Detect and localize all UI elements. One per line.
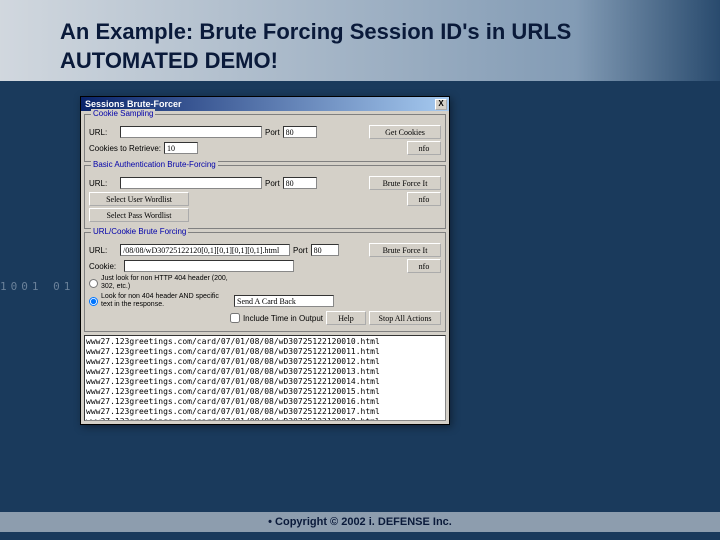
response-text-input[interactable] [234,295,334,307]
close-button[interactable]: X [435,99,447,110]
output-line[interactable]: www27.123greetings.com/card/07/01/08/08/… [86,377,444,387]
output-line[interactable]: www27.123greetings.com/card/07/01/08/08/… [86,357,444,367]
group-url-cookie-brute: URL/Cookie Brute Forcing URL: Port Brute… [84,232,446,332]
output-line[interactable]: www27.123greetings.com/card/07/01/08/08/… [86,367,444,377]
nfo-button[interactable]: nfo [407,259,441,273]
url-label: URL: [89,179,117,188]
nfo-button[interactable]: nfo [407,192,441,206]
cookie-input[interactable] [124,260,294,272]
group-legend: Basic Authentication Brute-Forcing [91,160,218,169]
group-basic-auth: Basic Authentication Brute-Forcing URL: … [84,165,446,229]
group-legend: URL/Cookie Brute Forcing [91,227,188,236]
include-time-checkbox[interactable] [230,313,240,323]
nfo-button[interactable]: nfo [407,141,441,155]
url-input[interactable] [120,244,290,256]
output-line[interactable]: www27.123greetings.com/card/07/01/08/08/… [86,387,444,397]
output-line[interactable]: www27.123greetings.com/card/07/01/08/08/… [86,337,444,347]
group-cookie-sampling: Cookie Sampling URL: Port Get Cookies Co… [84,114,446,162]
window-title: Sessions Brute-Forcer [85,99,182,109]
radio-label: Look for non 404 header AND specific tex… [101,293,231,309]
brute-force-button[interactable]: Brute Force It [369,243,441,257]
radio-404-header[interactable] [89,279,98,288]
stop-all-button[interactable]: Stop All Actions [369,311,441,325]
cookies-retrieve-label: Cookies to Retrieve: [89,144,161,153]
cookies-retrieve-input[interactable] [164,142,198,154]
help-button[interactable]: Help [326,311,366,325]
radio-label: Just look for non HTTP 404 header (200, … [101,275,231,291]
port-label: Port [265,179,280,188]
port-input[interactable] [283,126,317,138]
url-label: URL: [89,246,117,255]
select-pass-wordlist-button[interactable]: Select Pass Wordlist [89,208,189,222]
radio-404-and-text[interactable] [89,297,98,306]
output-line[interactable]: www27.123greetings.com/card/07/01/08/08/… [86,417,444,421]
output-listbox[interactable]: www27.123greetings.com/card/07/01/08/08/… [84,335,446,421]
output-line[interactable]: www27.123greetings.com/card/07/01/08/08/… [86,347,444,357]
port-label: Port [265,128,280,137]
port-label: Port [293,246,308,255]
slide-title: An Example: Brute Forcing Session ID's i… [0,0,720,81]
copyright: • Copyright © 2002 i. DEFENSE Inc. [0,512,720,532]
port-input[interactable] [283,177,317,189]
get-cookies-button[interactable]: Get Cookies [369,125,441,139]
cookie-label: Cookie: [89,262,121,271]
select-user-wordlist-button[interactable]: Select User Wordlist [89,192,189,206]
port-input[interactable] [311,244,339,256]
output-line[interactable]: www27.123greetings.com/card/07/01/08/08/… [86,397,444,407]
url-input[interactable] [120,177,262,189]
app-window: Sessions Brute-Forcer X Cookie Sampling … [80,96,450,425]
include-time-label: Include Time in Output [243,314,323,323]
brute-force-button[interactable]: Brute Force It [369,176,441,190]
group-legend: Cookie Sampling [91,109,155,118]
url-input[interactable] [120,126,262,138]
output-line[interactable]: www27.123greetings.com/card/07/01/08/08/… [86,407,444,417]
url-label: URL: [89,128,117,137]
